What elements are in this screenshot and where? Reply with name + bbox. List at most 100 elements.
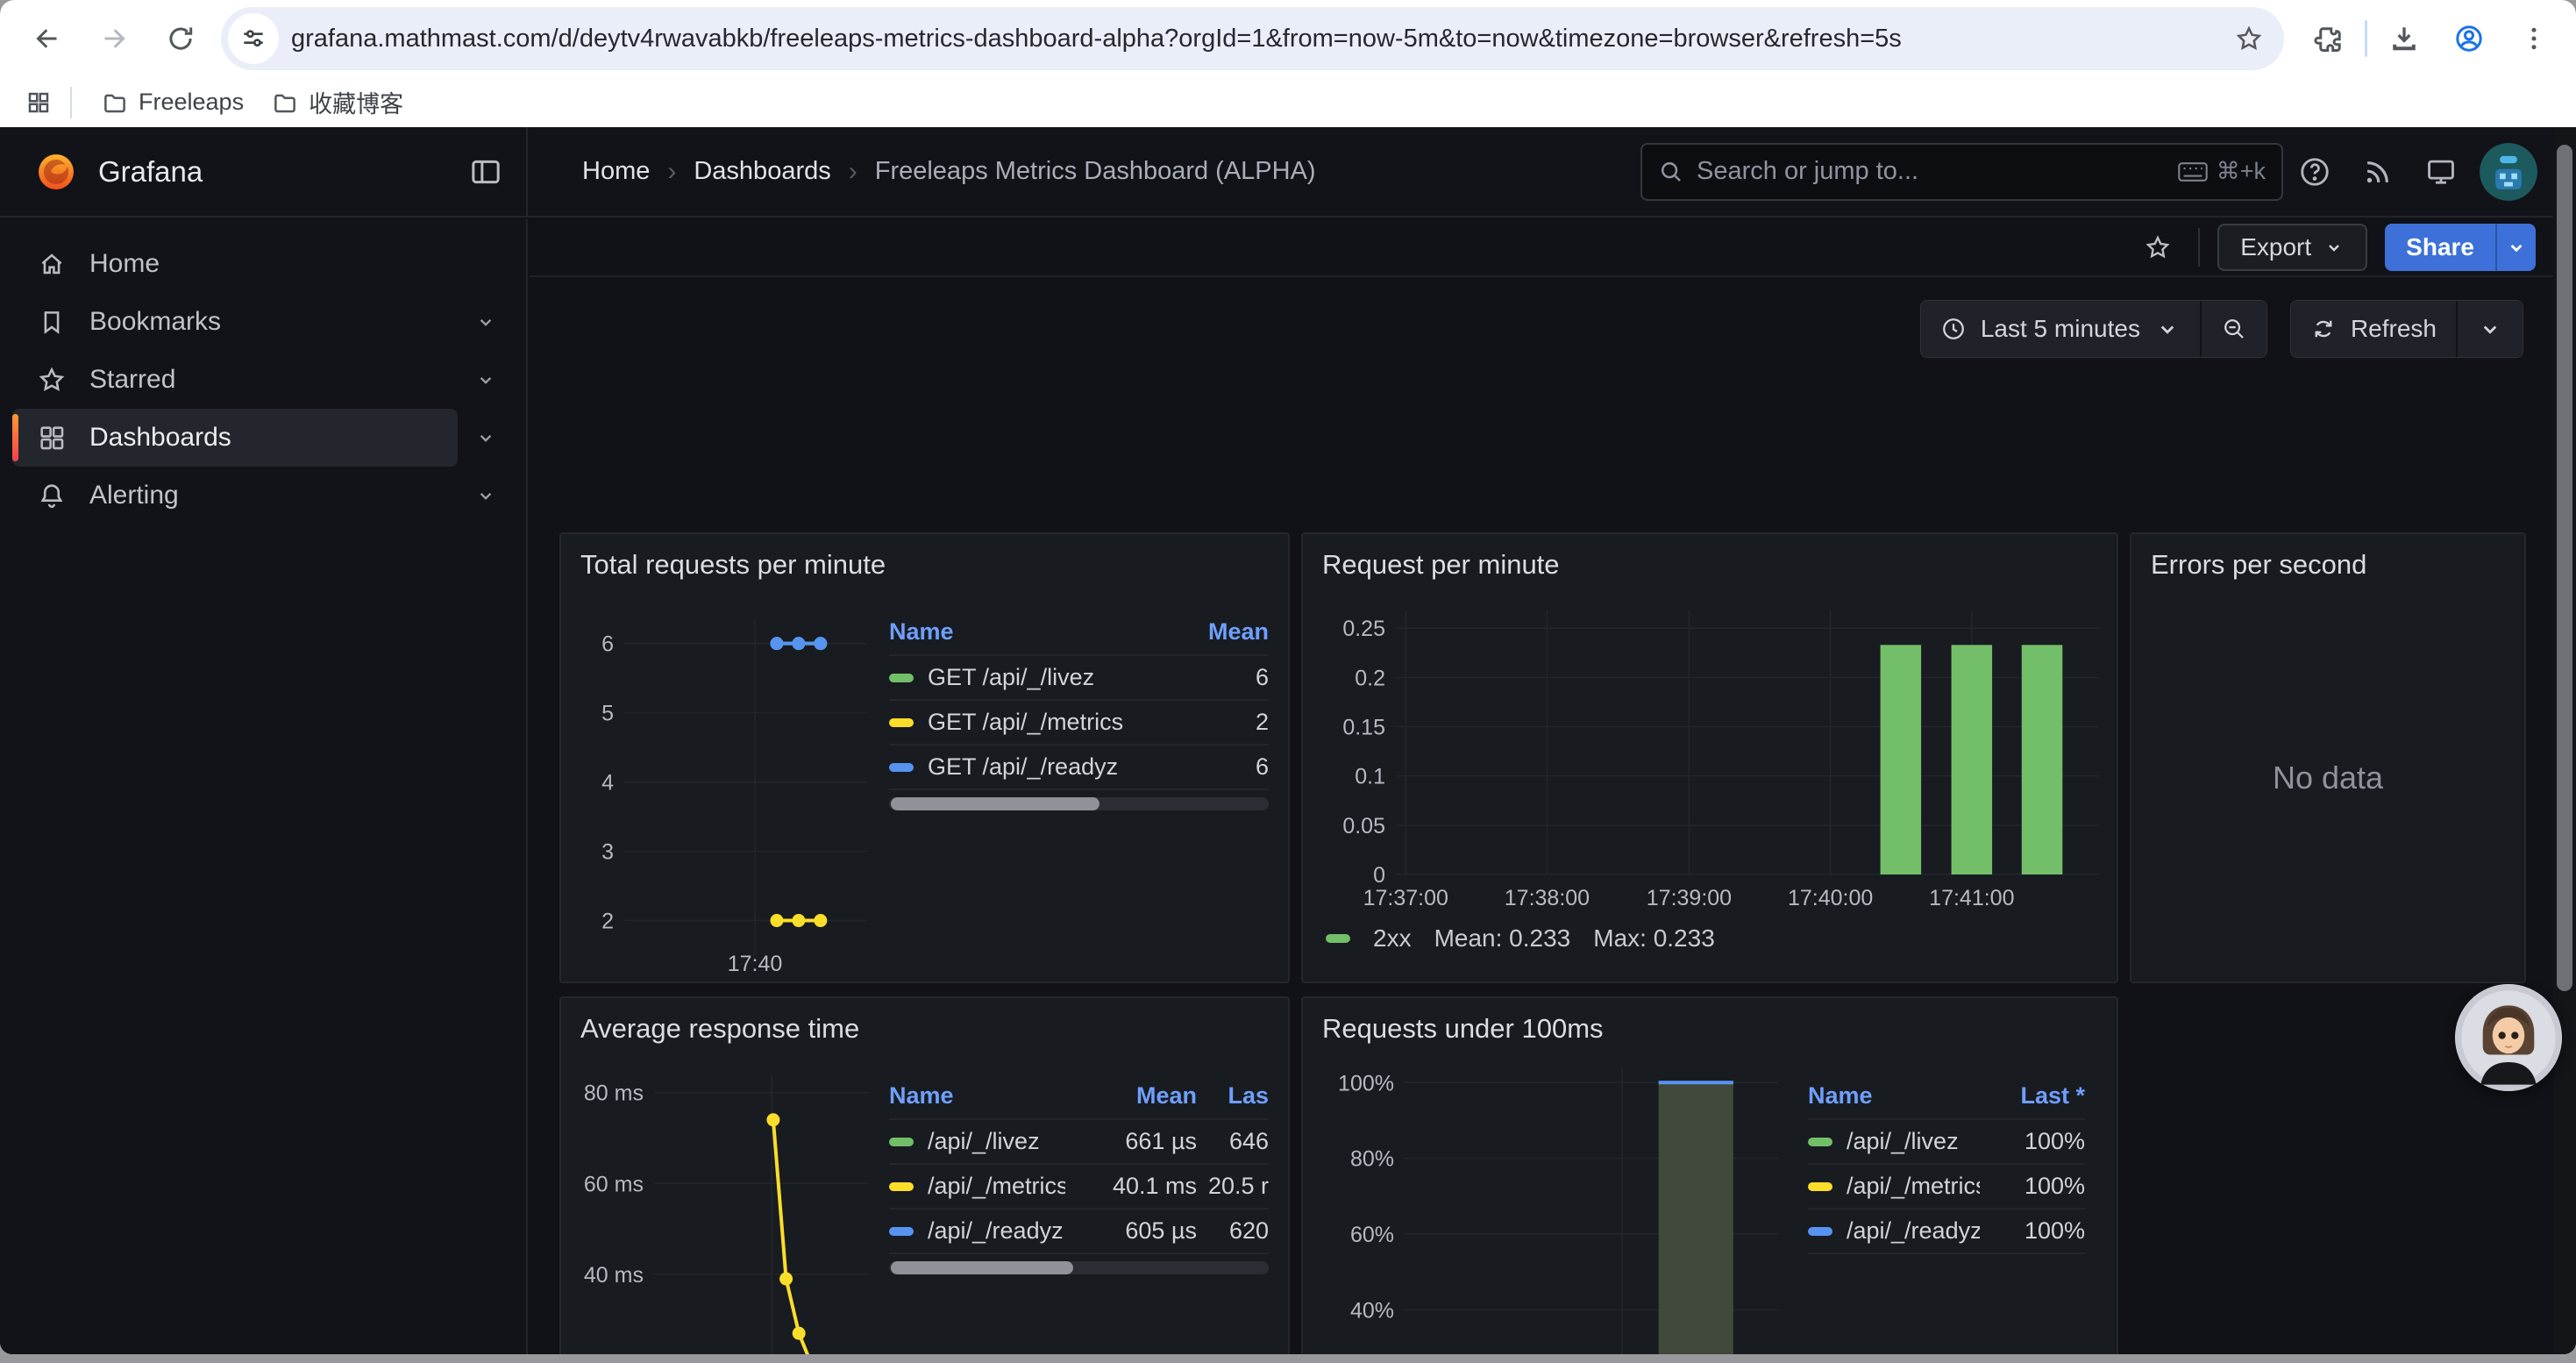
timeseries-chart[interactable]: 6543217:40 [580, 585, 879, 980]
time-range-picker[interactable]: Last 5 minutes [1921, 301, 2200, 357]
zoom-out-button[interactable] [2200, 301, 2266, 357]
legend-row[interactable]: GET /api/_/metrics2 [889, 700, 1269, 745]
svg-text:17:39:00: 17:39:00 [1647, 886, 1732, 910]
area-chart[interactable]: 100%80%60%40%20%0%17:40 [1322, 1049, 1787, 1354]
grafana-app: Grafana Home › Dashboards › Freeleaps Me… [0, 127, 2576, 1354]
panel-request-per-minute: Request per minute 0.250.20.150.10.05017… [1301, 532, 2118, 983]
browser-menu-icon[interactable] [2506, 11, 2562, 67]
share-split-button: Share [2385, 224, 2536, 271]
help-icon[interactable] [2283, 140, 2346, 203]
back-icon[interactable] [19, 11, 75, 67]
export-button[interactable]: Export [2217, 224, 2367, 271]
downloads-icon[interactable] [2376, 11, 2432, 67]
share-button[interactable]: Share [2385, 224, 2495, 271]
svg-text:100%: 100% [1338, 1071, 1394, 1095]
bookmark-folder-freeleaps[interactable]: Freeleaps [88, 82, 258, 123]
news-rss-icon[interactable] [2346, 140, 2409, 203]
star-dashboard-icon[interactable] [2135, 225, 2181, 270]
timeseries-chart[interactable]: 80 ms60 ms40 ms20 ms0 s17:40 [580, 1049, 879, 1354]
sidebar-item-alerting[interactable]: Alerting [12, 467, 514, 525]
chevron-down-icon[interactable] [458, 484, 514, 507]
bookmark-label: Freeleaps [139, 89, 244, 116]
bookmark-folder-blogs[interactable]: 收藏博客 [258, 78, 417, 126]
series-swatch [889, 763, 914, 772]
legend-scrollbar[interactable] [889, 1261, 1269, 1274]
url-input[interactable] [279, 25, 2226, 54]
sidebar: Home Bookmarks Starred [0, 219, 528, 1354]
forward-icon [86, 11, 142, 67]
kiosk-monitor-icon[interactable] [2409, 140, 2473, 203]
sidebar-item-starred[interactable]: Starred [12, 351, 514, 409]
legend-header-last[interactable]: Las [1197, 1075, 1269, 1119]
toolbar-divider [2365, 20, 2367, 57]
search-input[interactable]: Search or jump to... ⌘+k [1640, 143, 2283, 201]
no-data-message: No data [2151, 585, 2505, 971]
time-controls-row: Last 5 minutes Refresh [530, 300, 2553, 358]
chevron-down-icon[interactable] [458, 426, 514, 449]
legend-header-last[interactable]: Last * [1980, 1075, 2085, 1119]
sidebar-item-bookmarks[interactable]: Bookmarks [12, 293, 514, 351]
address-bar[interactable] [221, 7, 2284, 70]
chevron-down-icon [2323, 237, 2345, 258]
panel-title[interactable]: Requests under 100ms [1322, 1009, 2097, 1049]
dock-menu-icon[interactable] [468, 154, 503, 189]
legend-table: Name Mean Las /api/_/livez661 µs646 /api… [889, 1075, 1269, 1354]
legend-row[interactable]: /api/_/livez661 µs646 [889, 1119, 1269, 1164]
svg-text:0.2: 0.2 [1355, 666, 1385, 690]
bell-icon [37, 481, 67, 510]
refresh-button[interactable]: Refresh [2291, 301, 2456, 357]
folder-icon [102, 89, 128, 116]
vertical-scrollbar[interactable] [2553, 127, 2576, 1354]
breadcrumb-home[interactable]: Home [582, 157, 650, 186]
svg-text:0: 0 [1373, 863, 1385, 888]
svg-text:3: 3 [601, 840, 614, 865]
dashboards-grid-icon [37, 423, 67, 453]
legend-row[interactable]: /api/_/metrics40.1 ms20.5 r [889, 1164, 1269, 1209]
legend-header-mean[interactable]: Mean [1146, 611, 1269, 655]
extensions-icon[interactable] [2300, 11, 2356, 67]
bookmark-star-icon[interactable] [2226, 16, 2272, 61]
legend-header-name[interactable]: Name [1808, 1075, 1980, 1119]
legend-max: Max: 0.233 [1593, 924, 1715, 953]
floating-assistant-avatar[interactable] [2455, 984, 2562, 1091]
legend-row[interactable]: /api/_/livez100% [1808, 1119, 2085, 1164]
legend-series-label[interactable]: 2xx [1373, 924, 1412, 953]
chevron-down-icon[interactable] [458, 310, 514, 333]
grafana-logo[interactable] [35, 151, 77, 193]
refresh-icon [2310, 316, 2337, 342]
panel-title[interactable]: Total requests per minute [580, 545, 1269, 585]
legend-row[interactable]: GET /api/_/livez6 [889, 655, 1269, 700]
scrollbar-thumb[interactable] [2557, 145, 2572, 991]
apps-grid-icon[interactable] [21, 85, 56, 120]
dashboard-actions-row: Export Share [530, 219, 2553, 277]
search-shortcut: ⌘+k [2178, 158, 2266, 185]
breadcrumb-current: Freeleaps Metrics Dashboard (ALPHA) [875, 157, 1316, 186]
legend-row[interactable]: /api/_/readyz100% [1808, 1209, 2085, 1253]
refresh-interval-button[interactable] [2456, 301, 2523, 357]
legend-row[interactable]: /api/_/metrics100% [1808, 1164, 2085, 1209]
clock-icon [1940, 316, 1967, 342]
legend-header-name[interactable]: Name [889, 1075, 1065, 1119]
panel-title[interactable]: Errors per second [2151, 545, 2505, 585]
share-menu-button[interactable] [2495, 224, 2536, 271]
folder-icon [272, 89, 298, 116]
bar-chart[interactable]: 0.250.20.150.10.05017:37:0017:38:0017:39… [1322, 585, 2108, 914]
site-settings-icon[interactable] [228, 13, 279, 64]
legend-row[interactable]: /api/_/readyz605 µs620 [889, 1209, 1269, 1253]
home-icon [37, 249, 67, 279]
user-avatar[interactable] [2480, 143, 2537, 201]
legend-row[interactable]: GET /api/_/readyz6 [889, 745, 1269, 789]
sidebar-item-dashboards[interactable]: Dashboards [12, 409, 514, 467]
chevron-down-icon[interactable] [458, 368, 514, 391]
reload-icon[interactable] [153, 11, 209, 67]
legend-header-mean[interactable]: Mean [1065, 1075, 1197, 1119]
panel-title[interactable]: Average response time [580, 1009, 1269, 1049]
breadcrumb-separator: › [667, 157, 676, 187]
legend-scrollbar[interactable] [889, 797, 1269, 810]
profile-icon[interactable] [2441, 11, 2497, 67]
panel-title[interactable]: Request per minute [1322, 545, 2097, 585]
star-icon [37, 365, 67, 395]
breadcrumb-dashboards[interactable]: Dashboards [694, 157, 830, 186]
sidebar-item-home[interactable]: Home [12, 235, 514, 293]
legend-header-name[interactable]: Name [889, 611, 1146, 655]
